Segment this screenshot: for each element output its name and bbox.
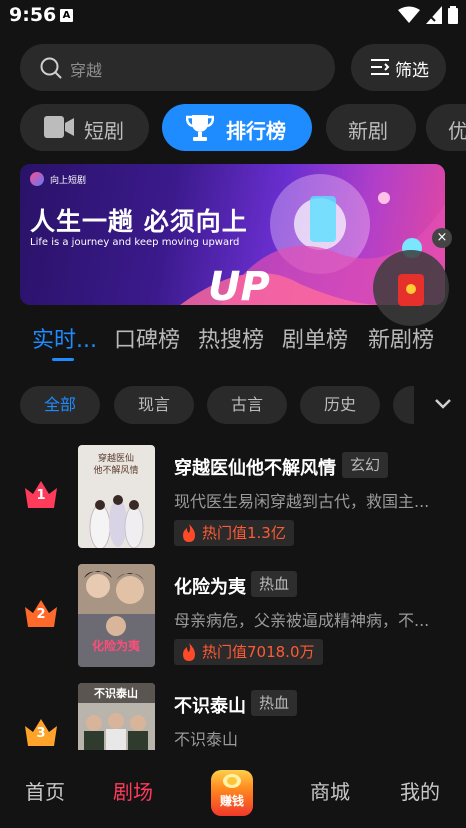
svg-text:穿越医仙: 穿越医仙 (98, 452, 134, 464)
nav-home[interactable]: 首页 (25, 776, 65, 805)
tab-label: 短剧 (84, 119, 124, 143)
poster-art: 穿越医仙 他不解风情 (78, 445, 155, 548)
genre-chip-history[interactable]: 历史 (300, 386, 380, 424)
genre-tag: 热血 (251, 690, 298, 716)
poster-image[interactable]: 化险为夷 (78, 564, 155, 667)
svg-text:他不解风情: 他不解风情 (93, 464, 138, 476)
rank-badge: 1 (24, 480, 58, 508)
nav-earn-button[interactable]: 赚钱 (211, 770, 253, 816)
poster-image[interactable]: 不识泰山 (78, 683, 155, 750)
rank-number: 3 (36, 726, 46, 741)
nav-earn-label: 赚钱 (219, 794, 244, 808)
wifi-icon (398, 6, 420, 23)
red-packet-icon (398, 274, 424, 306)
chevron-down-icon (435, 399, 451, 409)
search-icon (40, 57, 62, 79)
coin-icon (223, 774, 241, 788)
rank-badge: 2 (24, 599, 58, 627)
expand-genres-button[interactable] (414, 386, 466, 424)
search-input[interactable]: 穿越 (20, 44, 335, 91)
rank-tab-hot-search[interactable]: 热搜榜 (198, 322, 264, 354)
drama-description: 不识泰山 (174, 730, 239, 749)
bottom-nav: 首页 剧场 赚钱 商城 我的 (0, 752, 466, 828)
main-tabs: 短剧 排行榜 新剧 优 (20, 104, 466, 152)
flame-icon (183, 643, 195, 661)
hot-value: 热门值1.3亿 (202, 524, 286, 542)
poster-image[interactable]: 穿越医仙 他不解风情 (78, 445, 155, 548)
drama-title: 不识泰山 (174, 696, 246, 717)
nav-mall[interactable]: 商城 (310, 776, 350, 805)
tab-label: 新剧 (348, 119, 388, 143)
red-packet-float-button[interactable] (373, 250, 449, 326)
trophy-icon (186, 115, 214, 141)
nav-mine[interactable]: 我的 (400, 776, 440, 805)
banner-title: 人生一趟 必须向上 (30, 207, 248, 236)
list-item[interactable]: 3 不识泰山 不识泰山 热血 不识泰山 (0, 678, 466, 750)
rank-number: 2 (36, 607, 46, 622)
list-item[interactable]: 2 化险为夷 化险为夷 热血 母亲病危，父亲被逼成精神病，不... 热门值701… (0, 559, 466, 667)
list-item[interactable]: 1 穿越医仙 他不解风情 穿越医仙他不解风情 玄幻 现代医生易闲穿越到古代，救国… (0, 440, 466, 548)
tab-new-drama[interactable]: 新剧 (326, 104, 416, 151)
ranking-tabs: 实时... 口碑榜 热搜榜 剧单榜 新剧榜 (32, 322, 466, 366)
genre-tag: 热血 (251, 571, 298, 597)
active-tab-indicator (52, 358, 74, 361)
genre-chip-modern[interactable]: 现言 (114, 386, 194, 424)
nav-theater[interactable]: 剧场 (113, 776, 153, 805)
genre-tag: 玄幻 (342, 452, 389, 478)
drama-title: 穿越医仙他不解风情 (174, 458, 336, 479)
rank-number: 1 (36, 488, 46, 503)
tab-label: 排行榜 (226, 119, 286, 143)
status-bar: 9:56 A (0, 0, 466, 32)
drama-description: 母亲病危，父亲被逼成精神病，不... (174, 611, 430, 630)
banner-art-text: UP (208, 264, 270, 305)
rank-tab-playlist[interactable]: 剧单榜 (282, 322, 348, 354)
drama-title: 化险为夷 (174, 577, 246, 598)
genre-chip-all[interactable]: 全部 (20, 386, 100, 424)
banner-subtitle: Life is a journey and keep moving upward (30, 237, 240, 248)
status-icons (398, 6, 458, 24)
video-camera-icon (44, 116, 74, 138)
svg-text:化险为夷: 化险为夷 (92, 638, 141, 653)
banner-logo: 向上短剧 (30, 172, 86, 186)
flame-icon (183, 524, 195, 542)
status-time: 9:56 (9, 4, 57, 26)
battery-icon (448, 6, 458, 24)
ranking-list: 1 穿越医仙 他不解风情 穿越医仙他不解风情 玄幻 现代医生易闲穿越到古代，救国… (0, 440, 466, 750)
logo-icon (30, 172, 44, 186)
search-placeholder: 穿越 (70, 61, 103, 80)
filter-label: 筛选 (395, 61, 429, 81)
tab-more[interactable]: 优 (426, 104, 466, 151)
close-icon[interactable]: × (432, 228, 452, 248)
hot-value-badge: 热门值1.3亿 (174, 520, 294, 546)
drama-description: 现代医生易闲穿越到古代，救国主... (174, 492, 430, 511)
rank-tab-reputation[interactable]: 口碑榜 (114, 322, 180, 354)
hot-value: 热门值7018.0万 (202, 643, 315, 661)
poster-art: 化险为夷 (78, 564, 155, 667)
rank-tab-new[interactable]: 新剧榜 (368, 322, 434, 354)
notification-icon: A (60, 9, 73, 22)
rank-badge: 3 (24, 718, 58, 746)
filter-icon (371, 59, 390, 75)
rank-tab-realtime[interactable]: 实时... (32, 322, 97, 354)
hot-value-badge: 热门值7018.0万 (174, 639, 323, 665)
tab-label: 优 (448, 119, 466, 143)
tab-ranking[interactable]: 排行榜 (162, 104, 312, 151)
signal-icon (426, 6, 442, 24)
genre-filter: 全部 现言 古言 历史 (20, 386, 466, 424)
svg-text:不识泰山: 不识泰山 (94, 686, 138, 700)
filter-button[interactable]: 筛选 (351, 44, 446, 91)
genre-chip-ancient[interactable]: 古言 (207, 386, 287, 424)
banner-logo-text: 向上短剧 (50, 175, 87, 186)
tab-short-drama[interactable]: 短剧 (20, 104, 149, 151)
poster-art: 不识泰山 (78, 683, 155, 750)
search-row: 穿越 筛选 (20, 44, 446, 91)
